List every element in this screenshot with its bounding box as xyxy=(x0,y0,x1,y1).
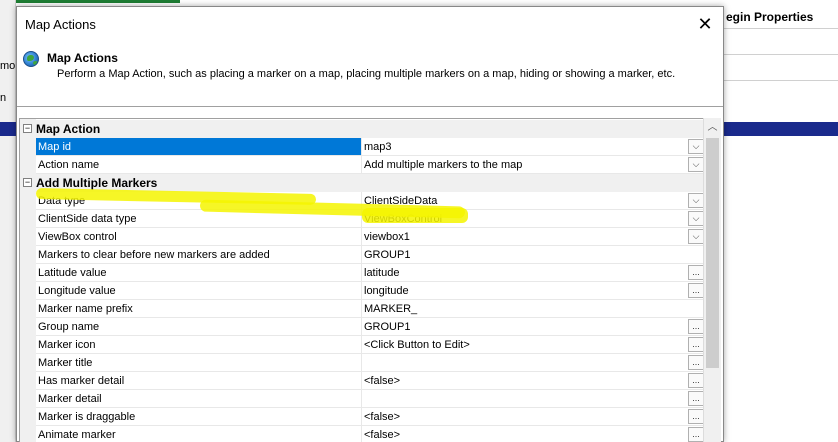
property-name[interactable]: Marker is draggable xyxy=(36,408,362,426)
ellipsis-button[interactable]: ... xyxy=(688,265,704,280)
close-icon[interactable]: ✕ xyxy=(693,13,717,35)
property-value[interactable]: GROUP1 xyxy=(362,246,706,264)
dropdown-chevron-icon[interactable]: ⌵ xyxy=(688,211,704,226)
ellipsis-button[interactable]: ... xyxy=(688,319,704,334)
property-name[interactable]: ViewBox control xyxy=(36,228,362,246)
dialog-titlebar: Map Actions ✕ xyxy=(17,7,723,41)
property-value[interactable]: <Click Button to Edit> xyxy=(362,336,706,354)
property-row[interactable]: Action name Add multiple markers to the m… xyxy=(20,156,706,174)
property-value[interactable]: ViewBoxControl xyxy=(362,210,706,228)
property-name[interactable]: Longitude value xyxy=(36,282,362,300)
property-name[interactable]: Animate marker xyxy=(36,426,362,442)
background-top-strip xyxy=(0,0,838,4)
property-name[interactable]: Group name xyxy=(36,318,362,336)
property-name[interactable]: Marker title xyxy=(36,354,362,372)
property-value[interactable]: <false> xyxy=(362,408,706,426)
property-row[interactable]: Latitude value latitude... xyxy=(20,264,706,282)
collapse-icon[interactable]: − xyxy=(23,124,32,133)
scroll-up-icon[interactable]: ︿ xyxy=(704,120,721,136)
property-value[interactable]: Add multiple markers to the map xyxy=(362,156,706,174)
property-name[interactable]: Marker name prefix xyxy=(36,300,362,318)
property-name[interactable]: Action name xyxy=(36,156,362,174)
background-right-panel: egin Properties xyxy=(724,0,838,442)
header-title: Map Actions xyxy=(47,51,118,65)
property-row[interactable]: Map id map3 ⌵ xyxy=(20,138,706,156)
property-name[interactable]: ClientSide data type xyxy=(36,210,362,228)
dropdown-chevron-icon[interactable]: ⌵ xyxy=(688,139,704,154)
ellipsis-button[interactable]: ... xyxy=(688,391,704,406)
background-blue-band-right xyxy=(724,122,838,136)
property-value[interactable]: longitude xyxy=(362,282,706,300)
map-actions-dialog: Map Actions ✕ Map Actions Perform a Map … xyxy=(16,6,724,442)
property-name[interactable]: Latitude value xyxy=(36,264,362,282)
property-name[interactable]: Marker icon xyxy=(36,336,362,354)
dialog-header: Map Actions Perform a Map Action, such a… xyxy=(17,41,723,107)
property-name[interactable]: Map id xyxy=(36,138,362,156)
property-name[interactable]: Markers to clear before new markers are … xyxy=(36,246,362,264)
property-value[interactable]: MARKER_ xyxy=(362,300,706,318)
property-row[interactable]: Markers to clear before new markers are … xyxy=(20,246,706,264)
property-row[interactable]: Marker detail... xyxy=(20,390,706,408)
property-value[interactable]: <false> xyxy=(362,372,706,390)
ellipsis-button[interactable]: ... xyxy=(688,283,704,298)
property-row[interactable]: Data type ClientSideData ⌵ xyxy=(20,192,706,210)
property-name[interactable]: Data type xyxy=(36,192,362,210)
property-row[interactable]: ClientSide data type ViewBoxControl ⌵ xyxy=(20,210,706,228)
property-row[interactable]: Group name GROUP1... xyxy=(20,318,706,336)
collapse-icon[interactable]: − xyxy=(23,178,32,187)
ellipsis-button[interactable]: ... xyxy=(688,427,704,442)
background-green-line xyxy=(0,0,180,3)
property-row[interactable]: Marker is draggable <false>... xyxy=(20,408,706,426)
property-name[interactable]: Has marker detail xyxy=(36,372,362,390)
property-row[interactable]: Has marker detail <false>... xyxy=(20,372,706,390)
property-value[interactable]: viewbox1 xyxy=(362,228,706,246)
background-left-text: n xyxy=(0,92,7,104)
globe-icon xyxy=(23,51,39,67)
property-row[interactable]: Marker name prefix MARKER_ xyxy=(20,300,706,318)
property-value[interactable]: latitude xyxy=(362,264,706,282)
property-row[interactable]: Longitude value longitude... xyxy=(20,282,706,300)
category-header[interactable]: − Map Action xyxy=(20,120,706,138)
ellipsis-button[interactable]: ... xyxy=(688,409,704,424)
property-row[interactable]: ViewBox control viewbox1 ⌵ xyxy=(20,228,706,246)
ellipsis-button[interactable]: ... xyxy=(688,337,704,352)
ellipsis-button[interactable]: ... xyxy=(688,355,704,370)
property-row[interactable]: Marker icon <Click Button to Edit>... xyxy=(20,336,706,354)
scrollbar-thumb[interactable] xyxy=(706,138,719,368)
category-header[interactable]: − Add Multiple Markers xyxy=(20,174,706,192)
property-value[interactable]: ClientSideData xyxy=(362,192,706,210)
property-grid: − Map Action Map id map3 ⌵ Action name Add mul… xyxy=(19,118,707,442)
background-divider xyxy=(724,54,838,55)
ellipsis-button[interactable]: ... xyxy=(688,373,704,388)
background-left-text: mo xyxy=(0,60,16,72)
dialog-title: Map Actions xyxy=(25,17,96,32)
dropdown-chevron-icon[interactable]: ⌵ xyxy=(688,229,704,244)
category-label: Add Multiple Markers xyxy=(36,176,158,190)
property-value[interactable]: GROUP1 xyxy=(362,318,706,336)
property-grid-scrollbar[interactable]: ︿ xyxy=(703,118,721,442)
property-value[interactable] xyxy=(362,354,706,372)
property-row[interactable]: Marker title... xyxy=(20,354,706,372)
category-label: Map Action xyxy=(36,122,101,136)
background-left-panel: mo n xyxy=(0,0,16,442)
background-plugin-properties-title: egin Properties xyxy=(726,10,814,24)
background-divider xyxy=(724,28,838,29)
property-name[interactable]: Marker detail xyxy=(36,390,362,408)
property-row[interactable]: Animate marker <false>... xyxy=(20,426,706,442)
dropdown-chevron-icon[interactable]: ⌵ xyxy=(688,157,704,172)
header-description: Perform a Map Action, such as placing a … xyxy=(57,68,676,80)
background-divider xyxy=(724,80,838,81)
property-value[interactable]: map3 xyxy=(362,138,706,156)
property-value[interactable]: <false> xyxy=(362,426,706,442)
property-value[interactable] xyxy=(362,390,706,408)
dropdown-chevron-icon[interactable]: ⌵ xyxy=(688,193,704,208)
